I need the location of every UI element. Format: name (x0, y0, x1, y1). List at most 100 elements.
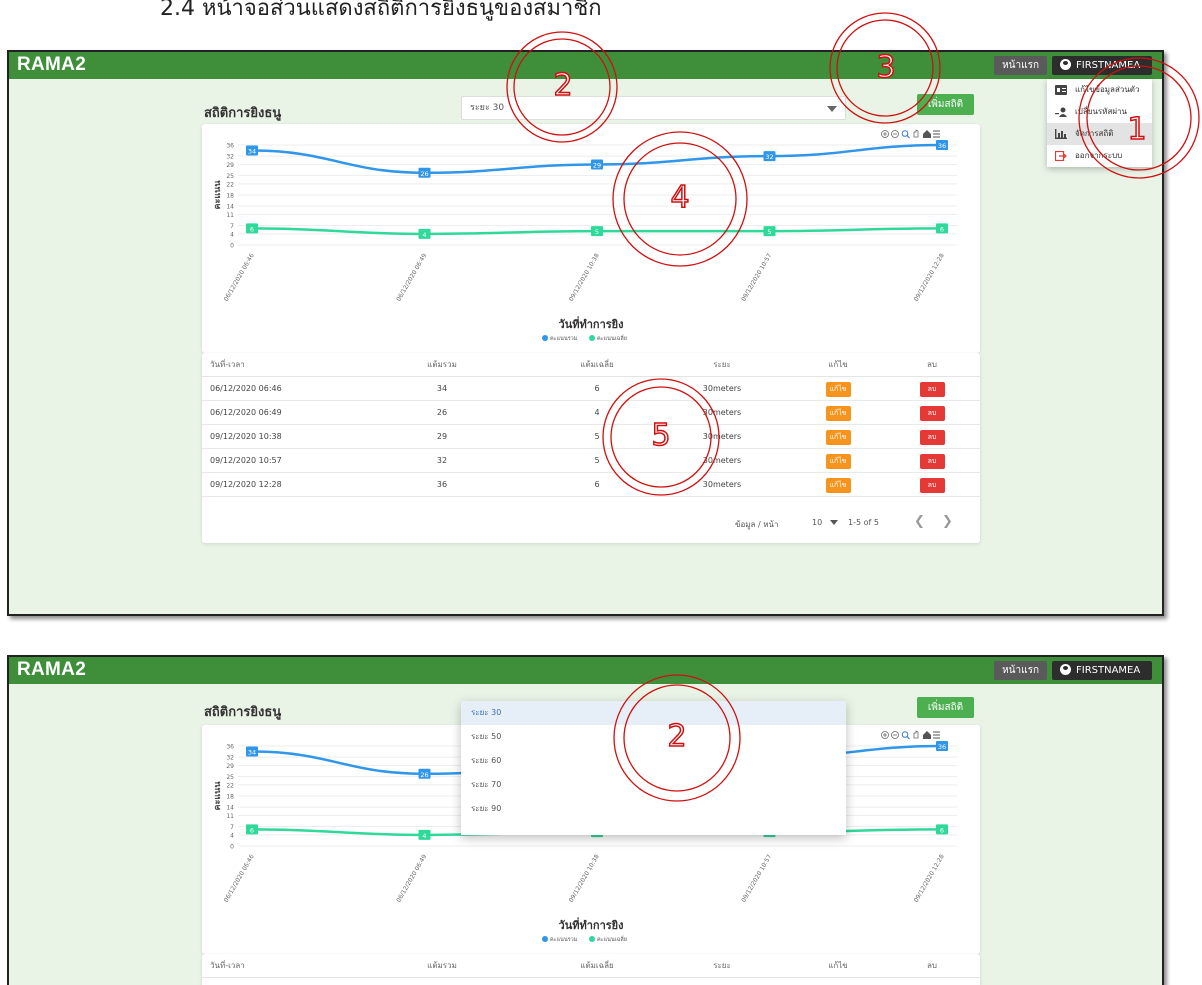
menu-icon[interactable] (933, 731, 940, 739)
user-key-icon (1055, 107, 1067, 117)
statistics-table: วันที่-เวลา แต้มรวม แต้มเฉลี่ย ระยะ แก้ไ… (202, 353, 980, 543)
edit-button[interactable]: แก้ไข (825, 430, 851, 445)
cell-date: 06/12/2020 06:46 (210, 384, 282, 393)
y-tick-label: 14 (226, 204, 234, 211)
range-option[interactable]: ระยะ 70 (461, 773, 846, 797)
delete-button[interactable]: ลบ (919, 454, 945, 469)
add-statistics-button[interactable]: เพิ่มสถิติ (917, 94, 974, 115)
cell-edit: แก้ไข (820, 377, 856, 401)
pagination: ข้อมูล / หน้า 10 1-5 of 5 ❮ ❯ (202, 511, 980, 535)
y-tick-label: 25 (226, 173, 234, 180)
cell-delete: ลบ (914, 401, 950, 425)
x-tick-label: 06/12/2020 06:46 (223, 252, 256, 302)
legend-label[interactable]: คะแนนเฉลี่ย (597, 334, 627, 342)
data-label: 4 (422, 832, 426, 840)
user-menu-button[interactable]: FIRSTNAMEA (1052, 661, 1152, 680)
selection-zoom-icon (906, 135, 910, 139)
data-label: 34 (248, 749, 256, 757)
legend-label[interactable]: คะแนนรวม (550, 336, 578, 342)
th-total: แต้มรวม (427, 961, 457, 970)
menu-edit-profile-label: แก้ไขข้อมูลส่วนตัว (1075, 85, 1140, 94)
user-name-label: FIRSTNAMEA (1076, 60, 1141, 71)
range-select[interactable]: ระยะ 30 (461, 96, 846, 120)
edit-button[interactable]: แก้ไข (825, 382, 851, 397)
top-navbar: RAMA2 หน้าแรก FIRSTNAMEA (9, 657, 1162, 684)
range-option[interactable]: ระยะ 90 (461, 797, 846, 821)
data-label: 5 (595, 228, 599, 236)
cell-range: 30meters (702, 456, 742, 465)
rows-per-page-select[interactable]: 10 (812, 518, 822, 527)
delete-button[interactable]: ลบ (919, 478, 945, 493)
legend-swatch (589, 335, 595, 341)
home-icon[interactable] (923, 130, 931, 138)
legend-swatch (542, 335, 548, 341)
data-label: 6 (250, 225, 254, 233)
x-axis-label: วันที่ทำการยิง (559, 917, 624, 932)
cell-date: 09/12/2020 10:38 (210, 432, 282, 441)
home-nav-button[interactable]: หน้าแรก (994, 661, 1047, 680)
range-option[interactable]: ระยะ 60 (461, 749, 846, 773)
x-tick-label: 09/12/2020 10:38 (568, 252, 601, 302)
user-menu-button[interactable]: FIRSTNAMEA (1052, 56, 1152, 75)
th-total: แต้มรวม (427, 360, 457, 369)
delete-button[interactable]: ลบ (919, 406, 945, 421)
cell-delete: ลบ (914, 473, 950, 497)
bar-chart-icon (1055, 129, 1067, 139)
th-date: วันที่-เวลา (210, 360, 245, 369)
next-page-icon[interactable]: ❯ (942, 514, 953, 529)
cell-avg: 6 (594, 480, 600, 489)
home-nav-button[interactable]: หน้าแรก (994, 56, 1047, 75)
data-label: 26 (420, 170, 428, 178)
x-tick-label: 06/12/2020 06:49 (395, 853, 428, 903)
y-tick-label: 4 (230, 231, 234, 238)
cell-avg: 5 (594, 432, 600, 441)
menu-edit-profile[interactable]: แก้ไขข้อมูลส่วนตัว (1047, 79, 1152, 101)
data-label: 26 (420, 771, 428, 779)
x-tick-label: 06/12/2020 06:46 (223, 853, 256, 903)
cell-date: 09/12/2020 10:57 (210, 456, 282, 465)
chart-card: 0 4 7 11 14 18 22 25 29 32 36 คะแนน 06/12/2020 06:46… (202, 124, 980, 353)
y-tick-label: 36 (226, 744, 234, 751)
selection-zoom-icon[interactable] (901, 130, 909, 137)
y-tick-label: 0 (230, 243, 234, 250)
range-option[interactable]: ระยะ 30 (461, 701, 846, 725)
zoom-in-icon (883, 733, 887, 737)
y-tick-label: 7 (230, 824, 234, 831)
legend-label[interactable]: คะแนนรวม (550, 937, 578, 943)
range-option[interactable]: ระยะ 50 (461, 725, 846, 749)
delete-button[interactable]: ลบ (919, 382, 945, 397)
y-tick-label: 32 (226, 154, 234, 161)
cell-avg: 6 (594, 384, 600, 393)
menu-change-password[interactable]: เปลี่ยนรหัสผ่าน (1047, 101, 1152, 123)
brand-logo[interactable]: RAMA2 (17, 659, 86, 681)
user-name-label: FIRSTNAMEA (1076, 665, 1141, 676)
pan-icon[interactable] (913, 129, 919, 138)
home-icon[interactable] (923, 731, 931, 739)
cell-range: 30meters (702, 408, 742, 417)
table-header: วันที่-เวลา แต้มรวม แต้มเฉลี่ย ระยะ แก้ไ… (202, 353, 980, 377)
prev-page-icon[interactable]: ❮ (914, 514, 925, 529)
chart-toolbar (881, 730, 940, 740)
th-date: วันที่-เวลา (210, 961, 245, 970)
edit-button[interactable]: แก้ไข (825, 406, 851, 421)
range-dropdown-list: ระยะ 30 ระยะ 50 ระยะ 60 ระยะ 70 ระยะ 90 (461, 701, 846, 835)
x-tick-label: 06/12/2020 06:49 (395, 252, 428, 302)
brand-logo[interactable]: RAMA2 (17, 54, 86, 76)
data-label: 5 (767, 228, 771, 236)
user-circle-icon (1060, 664, 1071, 675)
menu-logout[interactable]: ออกจากระบบ (1047, 145, 1152, 167)
menu-icon[interactable] (933, 130, 940, 138)
legend-label[interactable]: คะแนนเฉลี่ย (597, 935, 627, 943)
cell-range: 30meters (702, 432, 742, 441)
menu-manage-statistics[interactable]: จัดการสถิติ (1047, 123, 1152, 145)
th-avg: แต้มเฉลี่ย (580, 360, 614, 369)
table-header: วันที่-เวลา แต้มรวม แต้มเฉลี่ย ระยะ แก้ไ… (202, 954, 980, 978)
pan-icon[interactable] (913, 730, 919, 739)
statistics-table: วันที่-เวลา แต้มรวม แต้มเฉลี่ย ระยะ แก้ไ… (202, 954, 980, 985)
edit-button[interactable]: แก้ไข (825, 478, 851, 493)
selection-zoom-icon[interactable] (901, 731, 909, 738)
add-statistics-button[interactable]: เพิ่มสถิติ (917, 697, 974, 718)
edit-button[interactable]: แก้ไข (825, 454, 851, 469)
delete-button[interactable]: ลบ (919, 430, 945, 445)
cell-avg: 4 (594, 408, 600, 417)
